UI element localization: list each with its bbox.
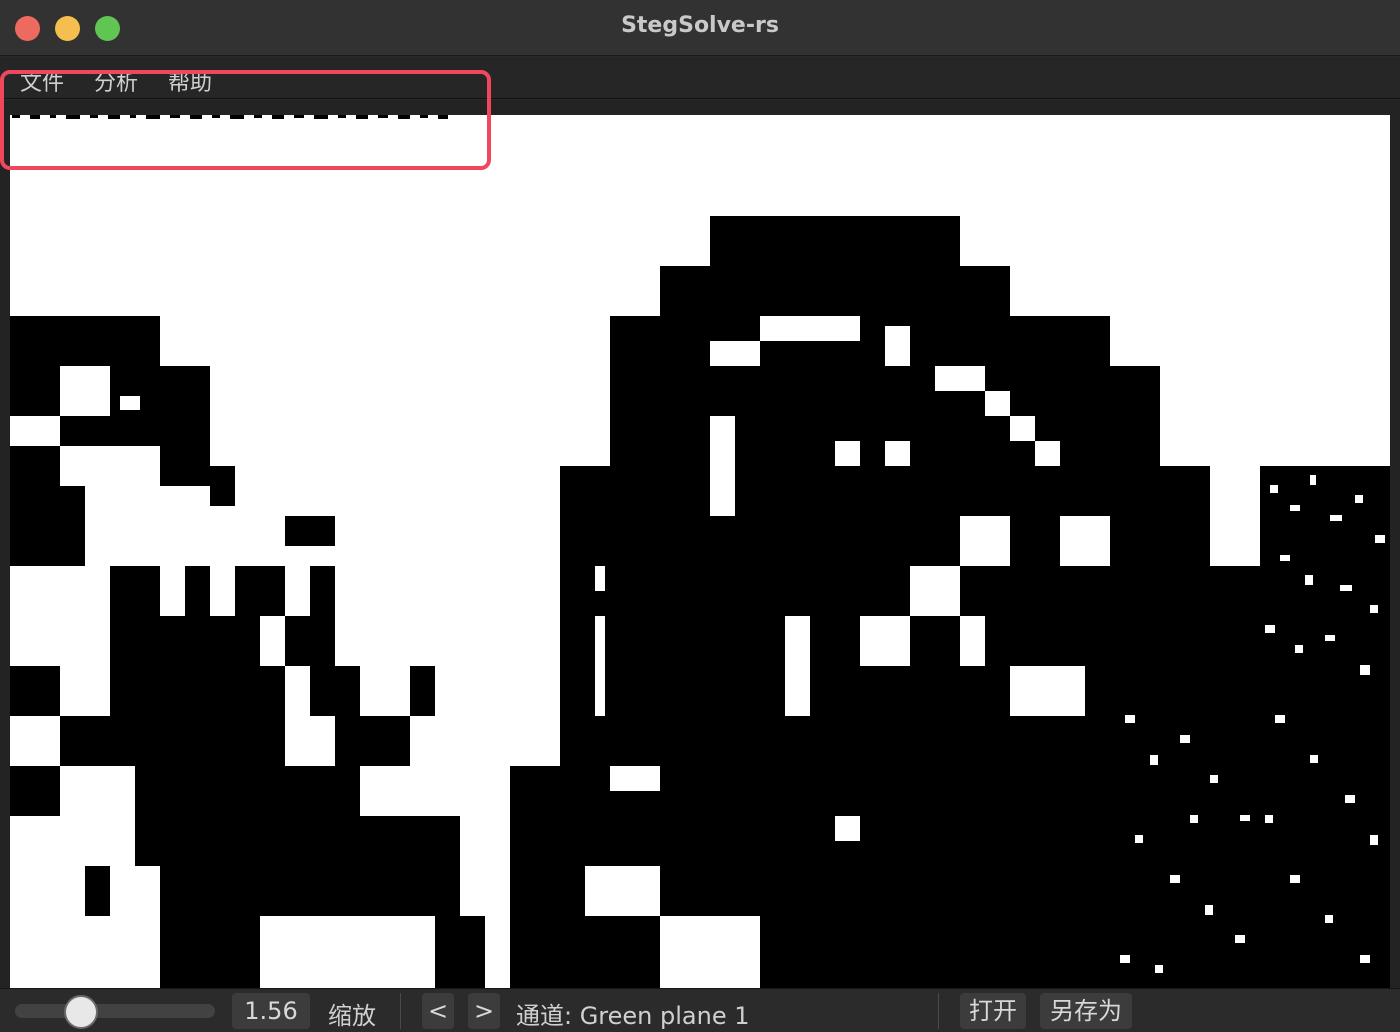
prev-channel-button[interactable]: <: [422, 993, 454, 1029]
menu-file[interactable]: 文件: [20, 65, 64, 97]
window-title: StegSolve-rs: [621, 13, 779, 38]
next-channel-button[interactable]: >: [468, 993, 500, 1029]
menu-help[interactable]: 帮助: [168, 65, 212, 97]
zoom-slider[interactable]: [15, 1004, 215, 1018]
zoom-value-field[interactable]: 1.56: [232, 993, 310, 1029]
status-bar: 1.56 缩放 < > 通道: Green plane 1 打开 另存为: [0, 988, 1400, 1032]
bit-plane-image-canvas: [10, 115, 1390, 988]
menu-bar: 文件 分析 帮助: [0, 57, 1400, 99]
bit-plane-image: [10, 115, 1390, 988]
zoom-label: 缩放: [328, 1002, 376, 1030]
zoom-slider-thumb[interactable]: [64, 995, 98, 1029]
divider: [400, 993, 401, 1029]
channel-status-text: 通道: Green plane 1: [516, 1002, 750, 1030]
open-button[interactable]: 打开: [960, 993, 1026, 1029]
divider: [938, 993, 939, 1029]
title-bar: StegSolve-rs: [0, 0, 1400, 56]
app-window: StegSolve-rs 文件 分析 帮助 1.56 缩放 < > 通道: Gr…: [0, 0, 1400, 1032]
menu-analyze[interactable]: 分析: [94, 65, 138, 97]
image-viewport[interactable]: [0, 100, 1400, 988]
save-as-button[interactable]: 另存为: [1040, 993, 1132, 1029]
